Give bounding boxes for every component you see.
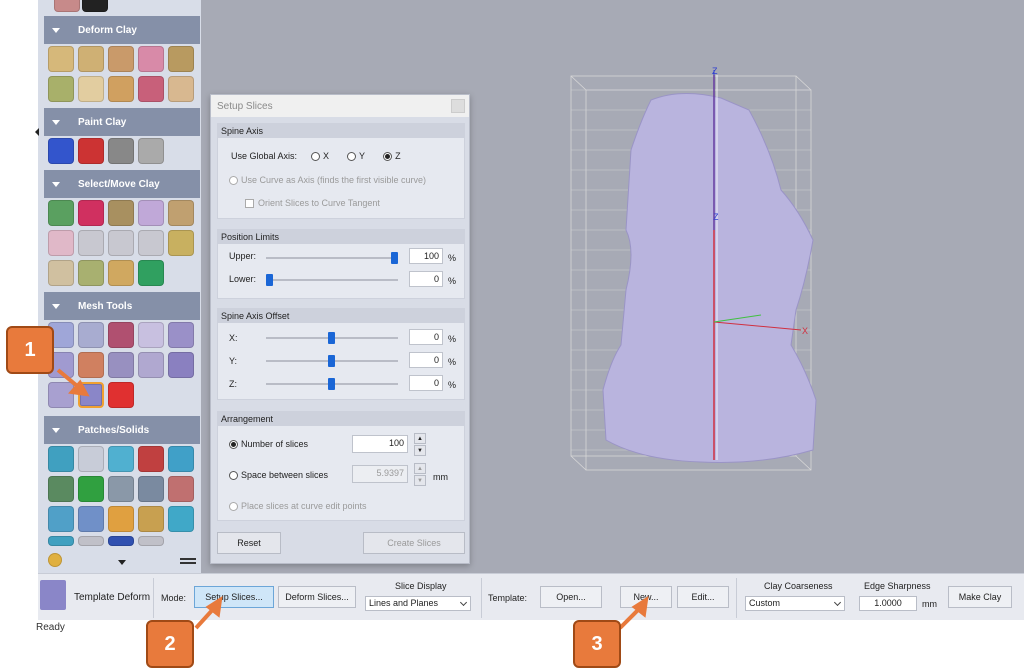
callout-arrows [56,368,649,630]
callout-1: 1 [6,326,54,374]
callout-2: 2 [146,620,194,668]
callout-3: 3 [573,620,621,668]
